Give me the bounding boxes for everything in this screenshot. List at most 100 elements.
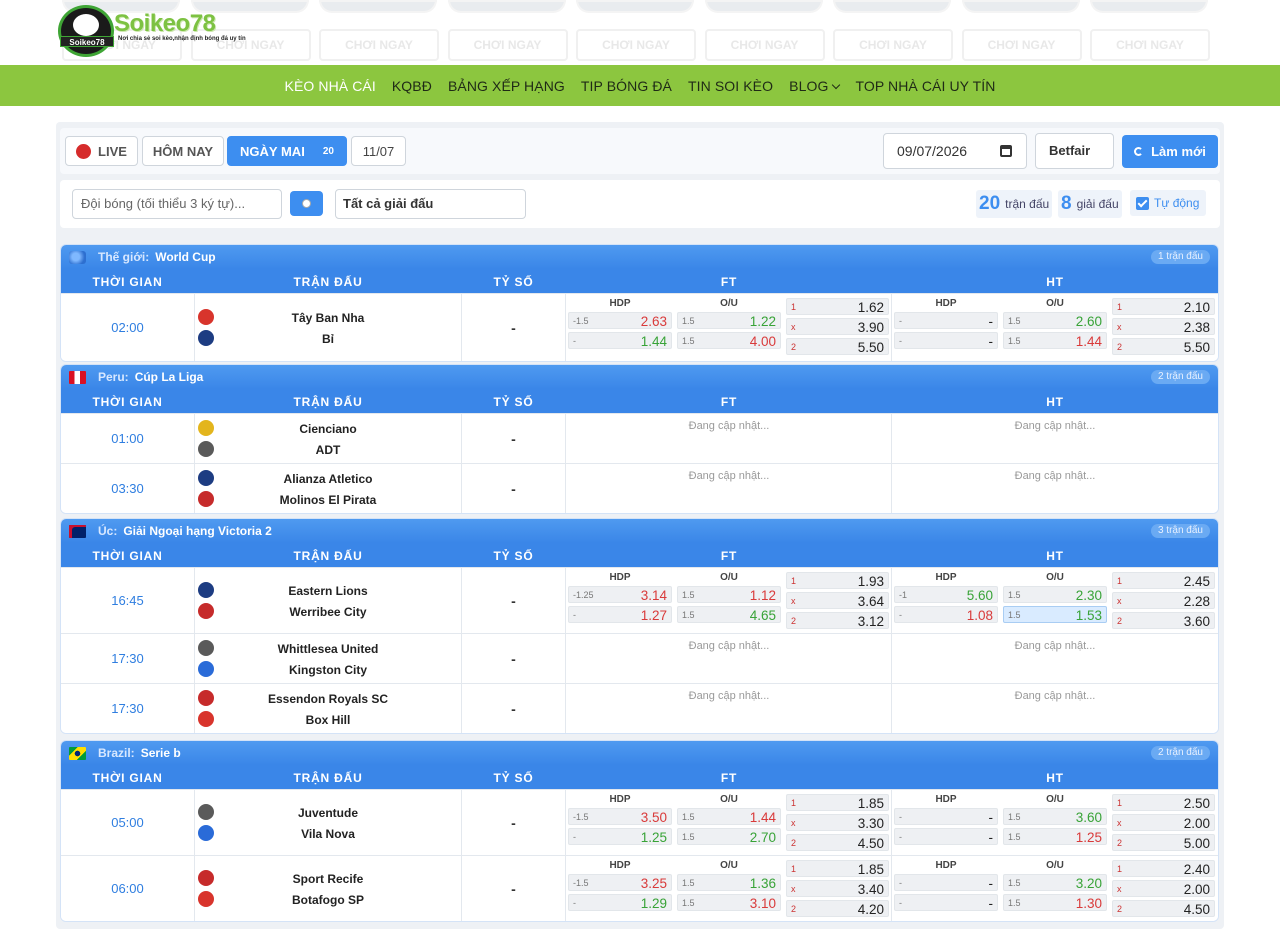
ad-play-button[interactable]: CHƠI NGAY bbox=[833, 29, 953, 61]
odds-ou-cell[interactable]: 1.5 2.30 bbox=[1003, 586, 1107, 603]
match-row[interactable]: 06:00 Sport Recife Botafogo SP - HDP O/U -1.5 3… bbox=[61, 855, 1218, 921]
home-team-name[interactable]: Eastern Lions bbox=[195, 584, 461, 598]
odds-1x2-cell[interactable]: 1 2.40 bbox=[1112, 860, 1215, 877]
odds-hdp-cell[interactable]: -1.5 3.50 bbox=[568, 808, 672, 825]
odds-ou-cell[interactable]: 1.5 1.44 bbox=[677, 808, 781, 825]
odds-1x2-cell[interactable]: 2 4.50 bbox=[1112, 900, 1215, 917]
ad-play-button[interactable]: CHƠI NGAY bbox=[576, 29, 696, 61]
away-team-name[interactable]: Bỉ bbox=[195, 332, 461, 346]
search-button[interactable] bbox=[290, 191, 323, 216]
date-picker[interactable]: 09/07/2026 bbox=[883, 133, 1027, 169]
match-row[interactable]: 05:00 Juventude Vila Nova - HDP O/U -1.5 3.50-1… bbox=[61, 789, 1218, 855]
odds-ou-cell[interactable]: 1.5 3.20 bbox=[1003, 874, 1107, 891]
tab-tomorrow[interactable]: NGÀY MAI 20 bbox=[227, 136, 347, 166]
tab-live[interactable]: LIVE bbox=[65, 136, 138, 166]
match-row[interactable]: 01:00 Cienciano ADT - Đang cập nhật... Đang c… bbox=[61, 413, 1218, 463]
ad-tile[interactable] bbox=[447, 0, 566, 13]
ad-play-button[interactable]: CHƠI NGAY bbox=[704, 29, 825, 61]
nav-item-4[interactable]: TIN SOI KÈO bbox=[680, 78, 781, 94]
away-team-name[interactable]: Molinos El Pirata bbox=[195, 493, 461, 507]
ad-tile[interactable] bbox=[704, 0, 823, 13]
home-team-name[interactable]: Tây Ban Nha bbox=[195, 311, 461, 325]
odds-ou-cell[interactable]: 1.5 4.00 bbox=[677, 332, 781, 349]
odds-hdp-cell[interactable]: - 1.27 bbox=[568, 606, 672, 623]
odds-1x2-cell[interactable]: 2 4.50 bbox=[786, 834, 889, 851]
odds-hdp-cell[interactable]: -1.5 3.25 bbox=[568, 874, 672, 891]
match-row[interactable]: 03:30 Alianza Atletico Molinos El Pirata - Đ… bbox=[61, 463, 1218, 513]
odds-1x2-cell[interactable]: 1 1.85 bbox=[786, 794, 889, 811]
odds-ou-cell[interactable]: 1.5 3.10 bbox=[677, 894, 781, 911]
bookmaker-select[interactable]: Betfair bbox=[1035, 133, 1114, 169]
nav-item-3[interactable]: TIP BÓNG ĐÁ bbox=[573, 78, 680, 94]
odds-ou-cell[interactable]: 1.5 2.60 bbox=[1003, 312, 1107, 329]
odds-1x2-cell[interactable]: 1 2.50 bbox=[1112, 794, 1215, 811]
odds-hdp-cell[interactable]: -1 5.60 bbox=[894, 586, 998, 603]
ad-tile[interactable] bbox=[833, 0, 951, 13]
odds-1x2-cell[interactable]: 1 1.85 bbox=[786, 860, 889, 877]
tab-date[interactable]: 11/07 bbox=[351, 136, 406, 166]
odds-ou-cell[interactable]: 1.5 1.44 bbox=[1003, 332, 1107, 349]
refresh-button[interactable]: Làm mới bbox=[1122, 135, 1218, 168]
league-select[interactable]: Tất cả giải đấu bbox=[335, 189, 526, 219]
odds-hdp-cell[interactable]: -- bbox=[894, 828, 998, 845]
home-team-name[interactable]: Alianza Atletico bbox=[195, 472, 461, 486]
odds-1x2-cell[interactable]: 1 2.45 bbox=[1112, 572, 1215, 589]
nav-item-6[interactable]: TOP NHÀ CÁI UY TÍN bbox=[847, 78, 1003, 94]
home-team-name[interactable]: Juventude bbox=[195, 806, 461, 820]
ad-tile[interactable] bbox=[1090, 0, 1208, 13]
ad-play-button[interactable]: CHƠI NGAY bbox=[319, 29, 439, 61]
odds-1x2-cell[interactable]: x 2.00 bbox=[1112, 814, 1215, 831]
odds-1x2-cell[interactable]: x 2.00 bbox=[1112, 880, 1215, 897]
odds-1x2-cell[interactable]: x 2.28 bbox=[1112, 592, 1215, 609]
league-header[interactable]: Úc: Giải Ngoại hạng Victoria 2 3 trận đấu bbox=[61, 519, 1218, 543]
home-team-name[interactable]: Sport Recife bbox=[195, 872, 461, 886]
odds-1x2-cell[interactable]: x 3.64 bbox=[786, 592, 889, 609]
match-row[interactable]: 02:00 Tây Ban Nha Bỉ - HDP O/U -1.5 2.63-1.44 1.… bbox=[61, 293, 1218, 361]
odds-1x2-cell[interactable]: 2 3.12 bbox=[786, 612, 889, 629]
odds-ou-cell[interactable]: 1.5 1.36 bbox=[677, 874, 781, 891]
nav-item-0[interactable]: KÈO NHÀ CÁI bbox=[277, 78, 384, 94]
odds-1x2-cell[interactable]: x 2.38 bbox=[1112, 318, 1215, 335]
odds-ou-cell[interactable]: 1.5 1.53 bbox=[1003, 606, 1107, 623]
odds-hdp-cell[interactable]: -- bbox=[894, 332, 998, 349]
match-row[interactable]: 16:45 Eastern Lions Werribee City - HDP O/U -1… bbox=[61, 567, 1218, 633]
tab-today[interactable]: HÔM NAY bbox=[142, 136, 224, 166]
odds-ou-cell[interactable]: 1.5 1.25 bbox=[1003, 828, 1107, 845]
odds-1x2-cell[interactable]: 1 1.93 bbox=[786, 572, 889, 589]
league-header[interactable]: Thế giới: World Cup 1 trận đấu bbox=[61, 245, 1218, 269]
odds-1x2-cell[interactable]: x 3.90 bbox=[786, 318, 889, 335]
odds-hdp-cell[interactable]: -1.5 2.63 bbox=[568, 312, 672, 329]
site-logo[interactable]: Soikeo78 Soikeo78 Nơi chia sẻ soi kèo,nh… bbox=[58, 5, 258, 61]
home-team-name[interactable]: Whittlesea United bbox=[195, 642, 461, 656]
odds-1x2-cell[interactable]: 2 4.20 bbox=[786, 900, 889, 917]
checkbox-checked-icon[interactable] bbox=[1136, 196, 1149, 210]
ad-play-button[interactable]: CHƠI NGAY bbox=[1090, 29, 1210, 61]
nav-item-2[interactable]: BẢNG XẾP HẠNG bbox=[440, 78, 573, 94]
ad-tile[interactable] bbox=[961, 0, 1080, 13]
odds-1x2-cell[interactable]: 2 3.60 bbox=[1112, 612, 1215, 629]
league-header[interactable]: Peru: Cúp La Liga 2 trận đấu bbox=[61, 365, 1218, 389]
odds-hdp-cell[interactable]: -- bbox=[894, 874, 998, 891]
odds-ou-cell[interactable]: 1.5 3.60 bbox=[1003, 808, 1107, 825]
odds-ou-cell[interactable]: 1.5 1.22 bbox=[677, 312, 781, 329]
nav-item-1[interactable]: KQBĐ bbox=[384, 78, 440, 94]
auto-refresh-toggle[interactable]: Tự động bbox=[1130, 190, 1206, 216]
odds-hdp-cell[interactable]: -- bbox=[894, 808, 998, 825]
odds-ou-cell[interactable]: 1.5 1.12 bbox=[677, 586, 781, 603]
odds-hdp-cell[interactable]: - 1.25 bbox=[568, 828, 672, 845]
odds-1x2-cell[interactable]: x 3.30 bbox=[786, 814, 889, 831]
match-row[interactable]: 17:30 Whittlesea United Kingston City - Đang… bbox=[61, 633, 1218, 683]
home-team-name[interactable]: Cienciano bbox=[195, 422, 461, 436]
odds-1x2-cell[interactable]: x 3.40 bbox=[786, 880, 889, 897]
odds-1x2-cell[interactable]: 2 5.50 bbox=[1112, 338, 1215, 355]
odds-1x2-cell[interactable]: 1 2.10 bbox=[1112, 298, 1215, 315]
odds-ou-cell[interactable]: 1.5 1.30 bbox=[1003, 894, 1107, 911]
calendar-icon[interactable] bbox=[1000, 145, 1012, 157]
team-search-input[interactable]: Đội bóng (tối thiểu 3 ký tự)... bbox=[72, 189, 282, 219]
away-team-name[interactable]: Werribee City bbox=[195, 605, 461, 619]
ad-play-button[interactable]: CHƠI NGAY bbox=[961, 29, 1082, 61]
away-team-name[interactable]: Botafogo SP bbox=[195, 893, 461, 907]
away-team-name[interactable]: Vila Nova bbox=[195, 827, 461, 841]
odds-ou-cell[interactable]: 1.5 4.65 bbox=[677, 606, 781, 623]
home-team-name[interactable]: Essendon Royals SC bbox=[195, 692, 461, 706]
